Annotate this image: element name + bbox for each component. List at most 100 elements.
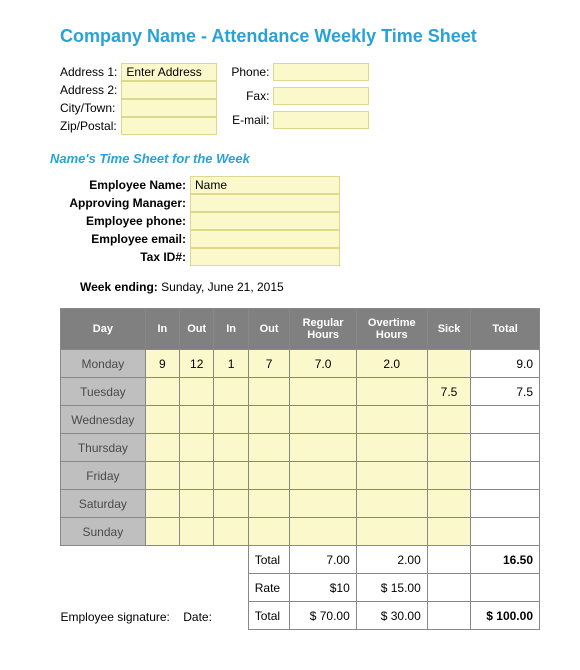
cell-total [471, 462, 540, 490]
header-row: Day In Out In Out Regular Hours Overtime… [61, 309, 540, 350]
input-zip[interactable] [121, 117, 217, 135]
table-row: Monday912177.02.09.0 [61, 350, 540, 378]
input-phone[interactable] [273, 63, 369, 81]
cell-in1[interactable] [145, 518, 179, 546]
cell-out2[interactable] [248, 406, 290, 434]
cell-in2[interactable] [214, 434, 248, 462]
cell-in1[interactable] [145, 406, 179, 434]
cell-in2[interactable] [214, 406, 248, 434]
summary-sick-gap1 [427, 546, 471, 574]
cell-in2[interactable] [214, 490, 248, 518]
label-employee-email: Employee email: [60, 230, 190, 248]
cell-day: Wednesday [61, 406, 146, 434]
cell-out1[interactable] [180, 490, 214, 518]
cell-out1[interactable] [180, 406, 214, 434]
table-row: Wednesday [61, 406, 540, 434]
cell-out1[interactable] [180, 378, 214, 406]
cell-in2[interactable] [214, 378, 248, 406]
cell-sick[interactable] [427, 406, 471, 434]
cell-regular[interactable] [290, 490, 356, 518]
cell-in1[interactable] [145, 378, 179, 406]
cell-regular[interactable] [290, 518, 356, 546]
col-in2: In [214, 309, 248, 350]
summary-grand-cost: $ 100.00 [471, 602, 540, 630]
cell-in1[interactable] [145, 490, 179, 518]
cell-regular[interactable]: 7.0 [290, 350, 356, 378]
input-email[interactable] [273, 111, 369, 129]
cell-out1[interactable] [180, 462, 214, 490]
cell-out2[interactable] [248, 518, 290, 546]
page-title: Company Name - Attendance Weekly Time Sh… [60, 26, 540, 47]
label-employee-name: Employee Name: [60, 176, 190, 194]
cell-in1[interactable]: 9 [145, 350, 179, 378]
cell-total: 7.5 [471, 378, 540, 406]
input-address1[interactable]: Enter Address [121, 63, 217, 81]
input-address2[interactable] [121, 81, 217, 99]
input-manager[interactable] [190, 194, 340, 212]
summary-ot-total: 2.00 [356, 546, 427, 574]
label-fax: Fax: [231, 87, 273, 111]
cell-out1[interactable]: 12 [180, 350, 214, 378]
cell-regular[interactable] [290, 434, 356, 462]
cell-out2[interactable] [248, 378, 290, 406]
cell-regular[interactable] [290, 406, 356, 434]
summary-total-label: Total [248, 546, 290, 574]
summary-ot-cost: $ 30.00 [356, 602, 427, 630]
cell-sick[interactable] [427, 434, 471, 462]
table-row: Thursday [61, 434, 540, 462]
col-in1: In [145, 309, 179, 350]
cell-day: Sunday [61, 518, 146, 546]
col-out2: Out [248, 309, 290, 350]
cell-overtime[interactable] [356, 462, 427, 490]
cell-overtime[interactable] [356, 434, 427, 462]
cell-out2[interactable] [248, 434, 290, 462]
col-total: Total [471, 309, 540, 350]
input-taxid[interactable] [190, 248, 340, 266]
cell-overtime[interactable] [356, 518, 427, 546]
summary-reg-total: 7.00 [290, 546, 356, 574]
input-city[interactable] [121, 99, 217, 117]
cell-in2[interactable] [214, 462, 248, 490]
input-employee-name[interactable]: Name [190, 176, 340, 194]
input-employee-email[interactable] [190, 230, 340, 248]
input-employee-phone[interactable] [190, 212, 340, 230]
summary-ot-rate: $ 15.00 [356, 574, 427, 602]
cell-out2[interactable] [248, 462, 290, 490]
cell-total [471, 490, 540, 518]
cell-sick[interactable] [427, 518, 471, 546]
cell-out1[interactable] [180, 518, 214, 546]
week-ending: Week ending: Sunday, June 21, 2015 [80, 280, 540, 294]
cell-in1[interactable] [145, 434, 179, 462]
cell-sick[interactable] [427, 462, 471, 490]
cell-sick[interactable] [427, 350, 471, 378]
cell-regular[interactable] [290, 378, 356, 406]
table-row: Sunday [61, 518, 540, 546]
week-ending-label: Week ending: [80, 280, 158, 294]
cell-day: Thursday [61, 434, 146, 462]
summary-grand-total: 16.50 [471, 546, 540, 574]
cell-in2[interactable] [214, 518, 248, 546]
col-day: Day [61, 309, 146, 350]
cell-overtime[interactable]: 2.0 [356, 350, 427, 378]
date-label: Date: [183, 610, 212, 624]
cell-sick[interactable]: 7.5 [427, 378, 471, 406]
input-fax[interactable] [273, 87, 369, 105]
cell-overtime[interactable] [356, 378, 427, 406]
cell-out1[interactable] [180, 434, 214, 462]
summary-reg-rate: $10 [290, 574, 356, 602]
table-row: Friday [61, 462, 540, 490]
cell-sick[interactable] [427, 490, 471, 518]
cell-in2[interactable]: 1 [214, 350, 248, 378]
cell-in1[interactable] [145, 462, 179, 490]
col-regular: Regular Hours [290, 309, 356, 350]
cell-overtime[interactable] [356, 406, 427, 434]
cell-regular[interactable] [290, 462, 356, 490]
label-phone: Phone: [231, 63, 273, 87]
summary-grand-rate [471, 574, 540, 602]
cell-out2[interactable]: 7 [248, 350, 290, 378]
col-sick: Sick [427, 309, 471, 350]
cell-overtime[interactable] [356, 490, 427, 518]
cell-day: Saturday [61, 490, 146, 518]
cell-out2[interactable] [248, 490, 290, 518]
employee-signature-label: Employee signature: [61, 610, 170, 624]
